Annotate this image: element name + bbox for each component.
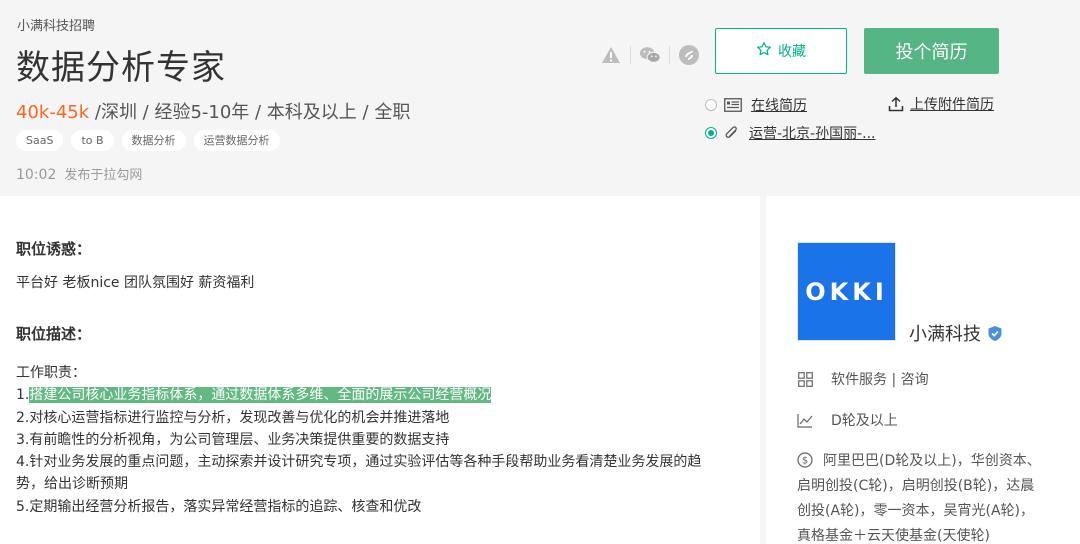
favorite-button[interactable]: 收藏 [715, 28, 847, 74]
radio-unchecked[interactable] [705, 99, 717, 111]
requirements-text: /深圳 / 经验5-10年 / 本科及以上 / 全职 [89, 102, 411, 123]
investors-text: 阿里巴巴(D轮及以上)，华创资本、启明创投(C轮)，启明创投(B轮)，达晨创投(… [797, 453, 1041, 544]
description-heading: 职位描述： [16, 325, 92, 343]
paperclip-icon [724, 125, 740, 141]
divider [669, 46, 670, 64]
industry-row: 软件服务 | 咨询 [797, 369, 929, 389]
description-item: 3.有前瞻性的分析视角，为公司管理层、业务决策提供重要的数据支持 [16, 431, 450, 448]
publish-source: 发布于拉勾网 [64, 168, 143, 183]
job-header: 小满科技招聘 数据分析专家 40k-45k /深圳 / 经验5-10年 / 本科… [0, 0, 1080, 196]
sidebar-company[interactable]: 小满科技 [909, 320, 1003, 346]
attached-resume-link[interactable]: 运营-北京-孙国丽-... [749, 123, 876, 143]
description-item: 5.定期输出经营分析报告，落实异常经营指标的追踪、核查和优改 [16, 498, 422, 515]
publish-info: 10:02 发布于拉勾网 [16, 164, 142, 183]
upload-icon [888, 96, 904, 112]
sidebar-company-name[interactable]: 小满科技 [909, 320, 981, 346]
online-resume-link[interactable]: 在线简历 [751, 95, 807, 115]
tag[interactable]: 运营数据分析 [193, 130, 280, 151]
description-item: 4.针对业务发展的重点问题，主动探索并设计研究专项，通过实验评估等各种手段帮助业… [16, 454, 702, 493]
stage-text: D轮及以上 [831, 413, 898, 429]
resume-icon [724, 98, 742, 112]
stage-row: D轮及以上 [797, 410, 898, 430]
svg-text:$: $ [802, 456, 808, 467]
salary: 40k-45k [16, 102, 90, 123]
favorite-label: 收藏 [778, 44, 806, 60]
report-warning-icon[interactable] [600, 44, 622, 66]
industry-text: 软件服务 | 咨询 [831, 372, 929, 388]
company-name[interactable]: 小满科技招聘 [17, 15, 95, 34]
column-divider [760, 196, 766, 544]
divider [630, 46, 631, 64]
tag[interactable]: 数据分析 [121, 130, 186, 151]
tag[interactable]: SaaS [16, 130, 64, 151]
upload-resume-label[interactable]: 上传附件简历 [910, 94, 994, 114]
description-item: 1.搭建公司核心业务指标体系，通过数据体系多维、全面的展示公司经营概况 [16, 387, 492, 404]
online-resume-option[interactable]: 在线简历 [705, 95, 807, 115]
radio-checked[interactable] [705, 127, 717, 139]
attached-resume-option[interactable]: 运营-北京-孙国丽-... [705, 123, 876, 143]
star-icon [756, 41, 772, 61]
logo-text: OKKI [805, 277, 888, 306]
job-requirements: 40k-45k /深圳 / 经验5-10年 / 本科及以上 / 全职 [16, 98, 410, 124]
tag-list: SaaS to B 数据分析 运营数据分析 [16, 130, 280, 151]
publish-time: 10:02 [16, 167, 57, 183]
description-item: 2.对核心运营指标进行监控与分析，发现改善与优化的机会并推进落地 [16, 409, 450, 426]
mini-program-icon[interactable] [678, 44, 700, 66]
tag[interactable]: to B [71, 130, 114, 151]
trend-chart-icon [797, 412, 813, 428]
investors-row: $ 阿里巴巴(D轮及以上)，华创资本、启明创投(C轮)，启明创投(B轮)，达晨创… [797, 449, 1042, 544]
company-logo[interactable]: OKKI [797, 242, 896, 341]
description-intro: 工作职责： [16, 365, 86, 381]
dollar-icon: $ [797, 452, 813, 468]
highlighted-text: 搭建公司核心业务指标体系，通过数据体系多维、全面的展示公司经营概况 [29, 387, 492, 404]
grid-icon [797, 371, 813, 387]
share-icons [600, 44, 700, 66]
upload-resume-button[interactable]: 上传附件简历 [888, 94, 994, 114]
job-description: 工作职责： 1.搭建公司核心业务指标体系，通过数据体系多维、全面的展示公司经营概… [16, 362, 736, 518]
verified-badge-icon [987, 325, 1003, 342]
wechat-icon[interactable] [639, 44, 661, 66]
apply-button[interactable]: 投个简历 [864, 28, 999, 74]
perks-text: 平台好 老板nice 团队氛围好 薪资福利 [16, 275, 255, 291]
job-title: 数据分析专家 [16, 48, 226, 88]
perks-heading: 职位诱惑： [16, 240, 92, 258]
